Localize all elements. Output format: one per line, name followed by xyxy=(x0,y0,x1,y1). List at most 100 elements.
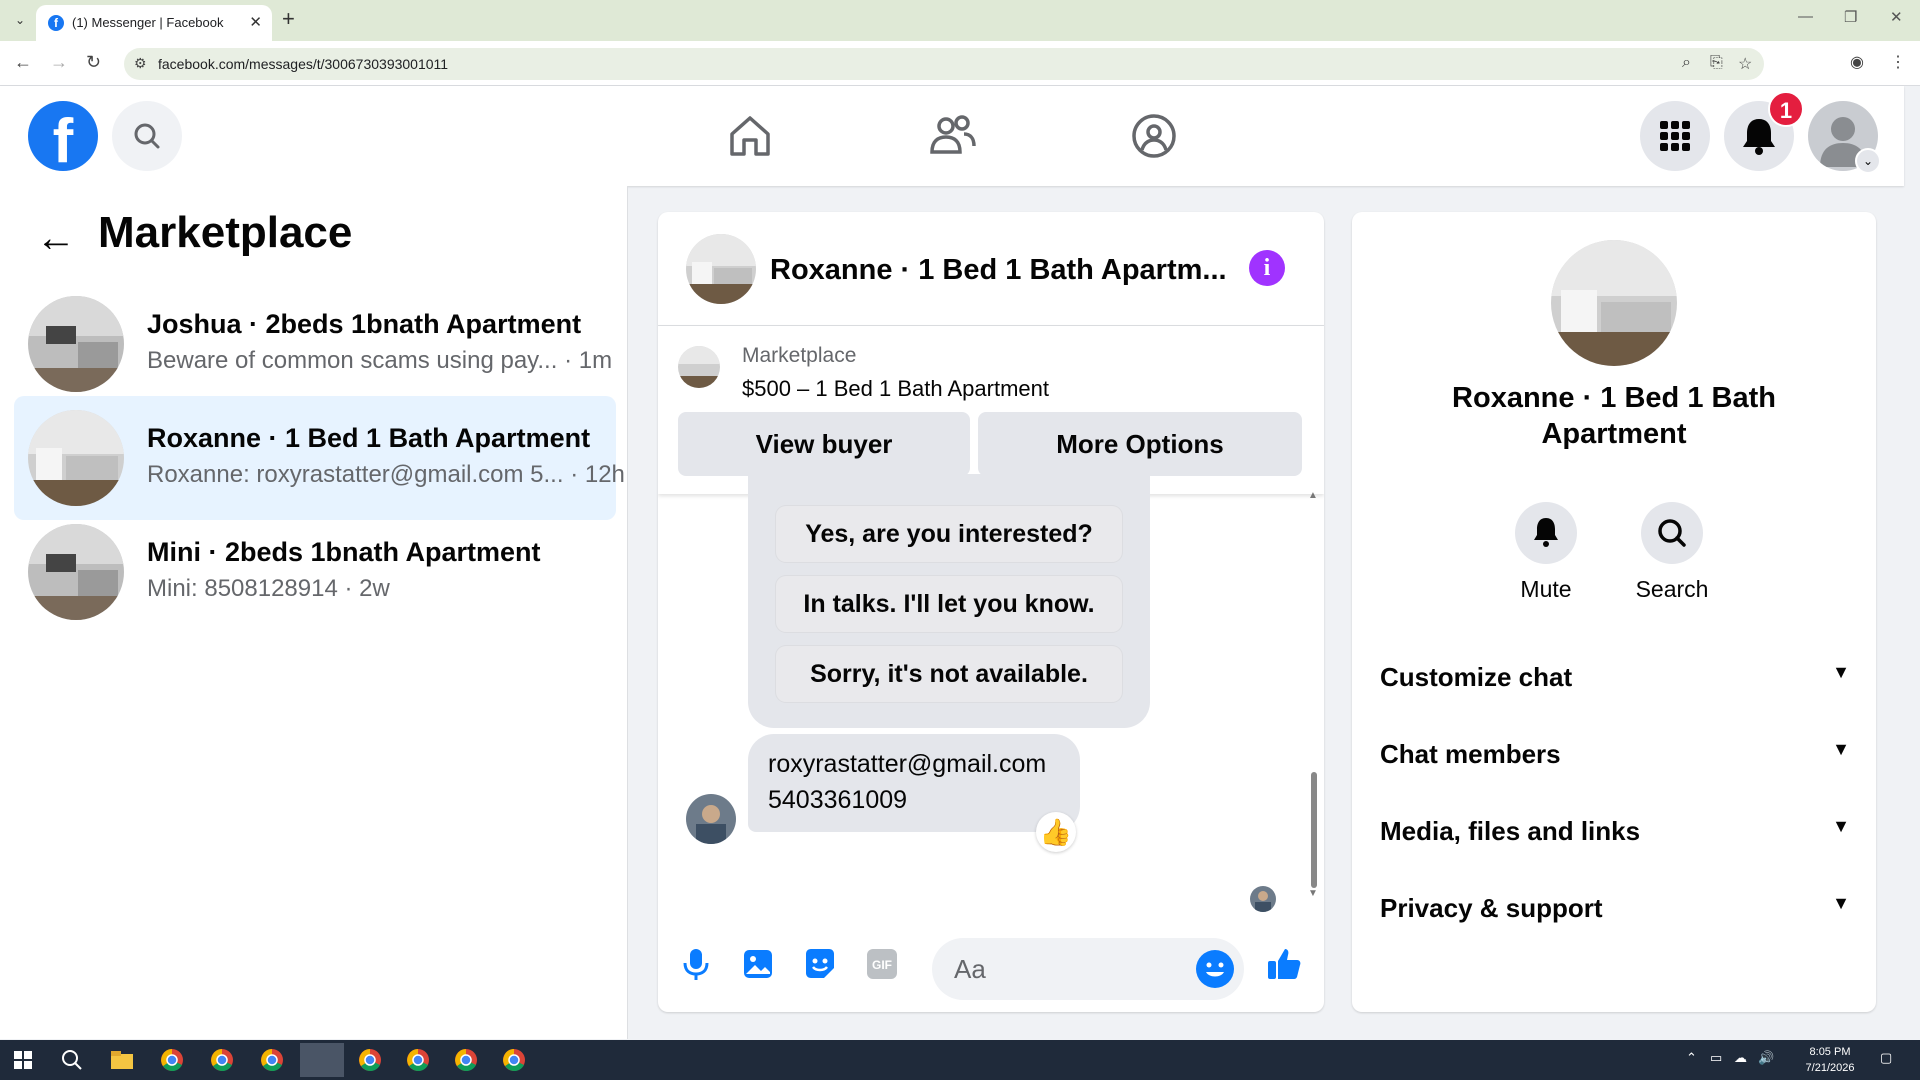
scroll-thumb[interactable] xyxy=(1311,772,1317,888)
marketplace-label: Marketplace xyxy=(742,344,857,367)
customize-chat-section[interactable]: Customize chat ▼ xyxy=(1380,654,1850,704)
windows-start-icon[interactable] xyxy=(14,1051,32,1069)
back-arrow-icon[interactable]: ← xyxy=(36,216,76,261)
minimize-icon[interactable]: — xyxy=(1798,8,1813,25)
sender-avatar[interactable] xyxy=(686,794,736,844)
chat-title[interactable]: Roxanne · 1 Bed 1 Bath Apartm... xyxy=(770,254,1227,287)
home-tab[interactable] xyxy=(722,108,778,164)
quick-reply-button[interactable]: Sorry, it's not available. xyxy=(776,646,1122,702)
view-buyer-button[interactable]: View buyer xyxy=(678,412,970,476)
back-icon[interactable]: ← xyxy=(14,52,32,73)
close-window-icon[interactable]: ✕ xyxy=(1890,8,1903,26)
sidebar-title: Marketplace xyxy=(98,208,353,257)
conversation-name: Roxanne · 1 Bed 1 Bath Apartment xyxy=(147,423,591,453)
tray-overflow-icon[interactable]: ⌃ xyxy=(1686,1050,1697,1066)
quick-reply-button[interactable]: In talks. I'll let you know. xyxy=(776,576,1122,632)
marketplace-sidebar: ← Marketplace Joshua · 2beds 1bnath Apar… xyxy=(0,186,628,1039)
file-explorer-icon[interactable] xyxy=(108,1046,136,1074)
site-info-icon[interactable]: ⚙ xyxy=(134,55,147,72)
close-tab-icon[interactable]: ✕ xyxy=(249,13,262,31)
listing-thumbnail xyxy=(28,410,124,506)
address-bar[interactable]: ⚙ facebook.com/messages/t/30067303930010… xyxy=(124,48,1764,80)
scroll-down-arrow-icon[interactable]: ▼ xyxy=(1308,888,1318,899)
forward-icon[interactable]: → xyxy=(50,52,68,73)
browser-menu-icon[interactable]: ⋮ xyxy=(1890,52,1906,72)
more-options-button[interactable]: More Options xyxy=(978,412,1302,476)
profile-icon[interactable]: ◉ xyxy=(1850,52,1864,72)
restore-icon[interactable]: ❐ xyxy=(1844,8,1857,26)
facebook-logo-icon[interactable]: f xyxy=(28,101,98,171)
microphone-icon[interactable] xyxy=(676,944,716,984)
menu-button[interactable] xyxy=(1640,101,1710,171)
listing-thumbnail xyxy=(28,296,124,392)
windows-taskbar: ⌃ ▭ ☁ 🔊 8:05 PM 7/21/2026 ▢ xyxy=(0,1040,1920,1080)
home-icon xyxy=(730,116,770,156)
scroll-up-arrow-icon[interactable]: ▲ xyxy=(1308,490,1318,501)
listing-price-title[interactable]: $500 – 1 Bed 1 Bath Apartment xyxy=(742,376,1049,402)
groups-tab[interactable] xyxy=(1126,108,1182,164)
chat-panel: Roxanne · 1 Bed 1 Bath Apartm... i Marke… xyxy=(658,212,1324,1012)
network-icon[interactable]: ▭ xyxy=(1710,1050,1722,1066)
clock-time: 8:05 PM xyxy=(1809,1046,1851,1058)
browser-tab[interactable]: f (1) Messenger | Facebook ✕ xyxy=(36,5,272,41)
friends-tab[interactable] xyxy=(924,108,980,164)
section-label: Media, files and links xyxy=(1380,816,1641,846)
clock-date: 7/21/2026 xyxy=(1805,1062,1855,1074)
active-taskbar-item[interactable] xyxy=(300,1043,344,1077)
thumbs-up-reaction-icon[interactable]: 👍 xyxy=(1036,812,1076,852)
chrome-taskbar-icon[interactable] xyxy=(258,1046,286,1074)
chrome-taskbar-icon[interactable] xyxy=(208,1046,236,1074)
chrome-taskbar-icon[interactable] xyxy=(404,1046,432,1074)
chrome-taskbar-icon[interactable] xyxy=(158,1046,186,1074)
photo-icon[interactable] xyxy=(738,944,778,984)
contact-avatar[interactable] xyxy=(1551,240,1677,366)
notification-center-icon[interactable]: ▢ xyxy=(1880,1050,1892,1066)
message-line: 5403361009 xyxy=(768,786,908,814)
reload-icon[interactable]: ↻ xyxy=(86,52,101,73)
marketplace-listing-card: Marketplace $500 – 1 Bed 1 Bath Apartmen… xyxy=(658,326,1324,494)
gif-icon[interactable]: GIF xyxy=(862,944,902,984)
zoom-icon[interactable]: ⌕ xyxy=(1682,54,1691,72)
search-conversation-button[interactable]: Search xyxy=(1622,502,1722,603)
section-label: Privacy & support xyxy=(1380,893,1603,923)
browser-toolbar: ← → ↻ ⚙ facebook.com/messages/t/30067303… xyxy=(0,41,1920,86)
conversation-snippet: Mini: 8508128914 · 2w xyxy=(147,575,390,602)
message-scrollbar[interactable]: ▲ ▼ xyxy=(1308,490,1320,902)
media-files-links-section[interactable]: Media, files and links ▼ xyxy=(1380,808,1850,858)
svg-text:GIF: GIF xyxy=(872,958,892,972)
chevron-down-icon[interactable]: ⌄ xyxy=(1855,148,1881,174)
section-label: Chat members xyxy=(1380,739,1561,769)
chevron-down-icon: ▼ xyxy=(1832,662,1850,682)
emoji-icon[interactable] xyxy=(1196,950,1234,988)
conversation-item[interactable]: Joshua · 2beds 1bnath Apartment Beware o… xyxy=(14,282,616,406)
tab-search-icon[interactable]: ⌄ xyxy=(10,10,30,30)
mute-button[interactable]: Mute xyxy=(1496,502,1596,603)
privacy-support-section[interactable]: Privacy & support ▼ xyxy=(1380,885,1850,935)
chat-avatar[interactable] xyxy=(686,234,756,304)
contact-name: Roxanne · 1 Bed 1 Bath Apartment xyxy=(1452,382,1776,450)
bookmark-star-icon[interactable]: ☆ xyxy=(1738,54,1752,74)
taskbar-clock[interactable]: 8:05 PM 7/21/2026 xyxy=(1795,1044,1865,1076)
search-button[interactable] xyxy=(112,101,182,171)
info-icon[interactable]: i xyxy=(1249,250,1285,286)
chrome-taskbar-icon[interactable] xyxy=(356,1046,384,1074)
new-tab-icon[interactable]: + xyxy=(282,6,295,32)
install-app-icon[interactable]: ⎘ xyxy=(1710,54,1723,72)
like-thumbs-up-icon[interactable] xyxy=(1264,944,1304,984)
volume-icon[interactable]: 🔊 xyxy=(1758,1050,1774,1066)
mute-bell-icon xyxy=(1515,502,1577,564)
taskbar-search-icon[interactable] xyxy=(58,1046,86,1074)
tab-title: (1) Messenger | Facebook xyxy=(72,15,224,30)
friends-icon xyxy=(930,115,976,154)
quick-reply-button[interactable]: Yes, are you interested? xyxy=(776,506,1122,562)
conversation-item[interactable]: Mini · 2beds 1bnath Apartment Mini: 8508… xyxy=(14,510,616,634)
chat-members-section[interactable]: Chat members ▼ xyxy=(1380,731,1850,781)
message-bubble[interactable]: roxyrastatter@gmail.com 5403361009 xyxy=(748,734,1080,832)
sticker-icon[interactable] xyxy=(800,944,840,984)
cloud-icon[interactable]: ☁ xyxy=(1734,1050,1747,1066)
search-icon xyxy=(134,123,160,149)
conversation-item-active[interactable]: Roxanne · 1 Bed 1 Bath Apartment Roxanne… xyxy=(14,396,625,520)
chrome-taskbar-icon[interactable] xyxy=(500,1046,528,1074)
facebook-header: f 1 ⌄ xyxy=(0,86,1904,186)
chrome-taskbar-icon[interactable] xyxy=(452,1046,480,1074)
